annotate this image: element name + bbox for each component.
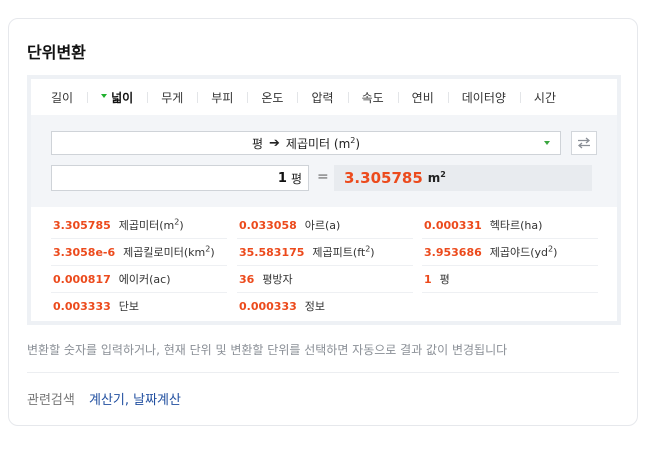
result-unit: m2 bbox=[427, 170, 446, 186]
tab-length[interactable]: 길이 bbox=[37, 89, 87, 106]
value-input[interactable]: 1 평 bbox=[51, 165, 309, 191]
unit-converter-card: 단위변환 길이 넓이 무게 부피 온도 압력 속도 연비 데이터양 시간 평 ➔… bbox=[8, 18, 638, 426]
result-item: 1평 bbox=[424, 272, 450, 287]
arrow-right-icon: ➔ bbox=[269, 135, 280, 151]
help-text: 변환할 숫자를 입력하거나, 현재 단위 및 변환할 단위를 선택하면 자동으로… bbox=[27, 343, 508, 357]
result-value: 3.305785 bbox=[344, 169, 423, 187]
tab-fuel-economy[interactable]: 연비 bbox=[397, 89, 448, 106]
card-title: 단위변환 bbox=[27, 43, 86, 62]
converter-panel: 평 ➔ 제곱미터 (m2) 1 평 = 3.305785 m2 bbox=[31, 115, 617, 207]
tab-speed[interactable]: 속도 bbox=[347, 89, 398, 106]
selected-marker-icon bbox=[101, 94, 108, 98]
swap-units-button[interactable] bbox=[571, 131, 597, 155]
divider bbox=[237, 292, 413, 293]
tab-data-size[interactable]: 데이터양 bbox=[447, 89, 520, 106]
result-item: 3.3058e-6 제곱킬로미터(km2) bbox=[53, 244, 215, 259]
unit-pair-select[interactable]: 평 ➔ 제곱미터 (m2) bbox=[51, 131, 561, 155]
tab-pressure[interactable]: 압력 bbox=[297, 89, 347, 106]
from-unit-label: 평 bbox=[251, 136, 263, 151]
related-label: 관련검색 bbox=[27, 393, 75, 408]
related-searches: 관련검색 계산기, 날짜계산 bbox=[27, 389, 181, 408]
result-item: 0.003333 단보 bbox=[53, 299, 140, 314]
result-item: 36 평방자 bbox=[239, 272, 293, 287]
tab-area-label: 넓이 bbox=[111, 90, 134, 105]
result-item: 35.583175 제곱피트(ft2) bbox=[239, 244, 375, 259]
related-link-date-calculator[interactable]: 날짜계산 bbox=[133, 393, 181, 408]
tab-volume[interactable]: 부피 bbox=[197, 89, 247, 106]
input-value: 1 bbox=[277, 170, 287, 186]
divider bbox=[422, 292, 598, 293]
result-item: 0.033058 아르(a) bbox=[239, 218, 341, 233]
divider bbox=[422, 265, 598, 266]
divider bbox=[237, 265, 413, 266]
converter-widget: 길이 넓이 무게 부피 온도 압력 속도 연비 데이터양 시간 평 ➔ 제곱미터… bbox=[27, 75, 621, 325]
to-unit-label: 제곱미터 (m2) bbox=[285, 135, 361, 151]
divider bbox=[51, 265, 227, 266]
input-unit: 평 bbox=[290, 171, 302, 186]
tab-weight[interactable]: 무게 bbox=[147, 89, 197, 106]
unit-category-tabs: 길이 넓이 무게 부피 온도 압력 속도 연비 데이터양 시간 bbox=[31, 79, 617, 115]
divider bbox=[237, 238, 413, 239]
result-item: 0.000331 헥타르(ha) bbox=[424, 218, 543, 233]
chevron-down-icon bbox=[544, 141, 550, 145]
divider bbox=[51, 238, 227, 239]
conversion-results: 3.305785 제곱미터(m2) 0.033058 아르(a) 0.000331 헥… bbox=[31, 207, 617, 325]
swap-icon bbox=[577, 137, 591, 149]
result-item: 0.000817 에이커(ac) bbox=[53, 272, 171, 287]
tab-temperature[interactable]: 온도 bbox=[247, 89, 297, 106]
tab-time[interactable]: 시간 bbox=[519, 89, 570, 106]
result-item: 3.305785 제곱미터(m2) bbox=[53, 217, 184, 232]
equals-sign: = bbox=[317, 169, 329, 185]
divider bbox=[422, 238, 598, 239]
result-item: 0.000333 정보 bbox=[239, 299, 326, 314]
result-display: 3.305785 m2 bbox=[334, 165, 592, 191]
divider bbox=[27, 372, 619, 373]
divider bbox=[51, 292, 227, 293]
related-link-calculator[interactable]: 계산기 bbox=[89, 393, 125, 408]
tab-area[interactable]: 넓이 bbox=[87, 89, 147, 106]
related-link-separator: , bbox=[124, 393, 134, 408]
result-item: 3.953686 제곱야드(yd2) bbox=[424, 244, 558, 259]
